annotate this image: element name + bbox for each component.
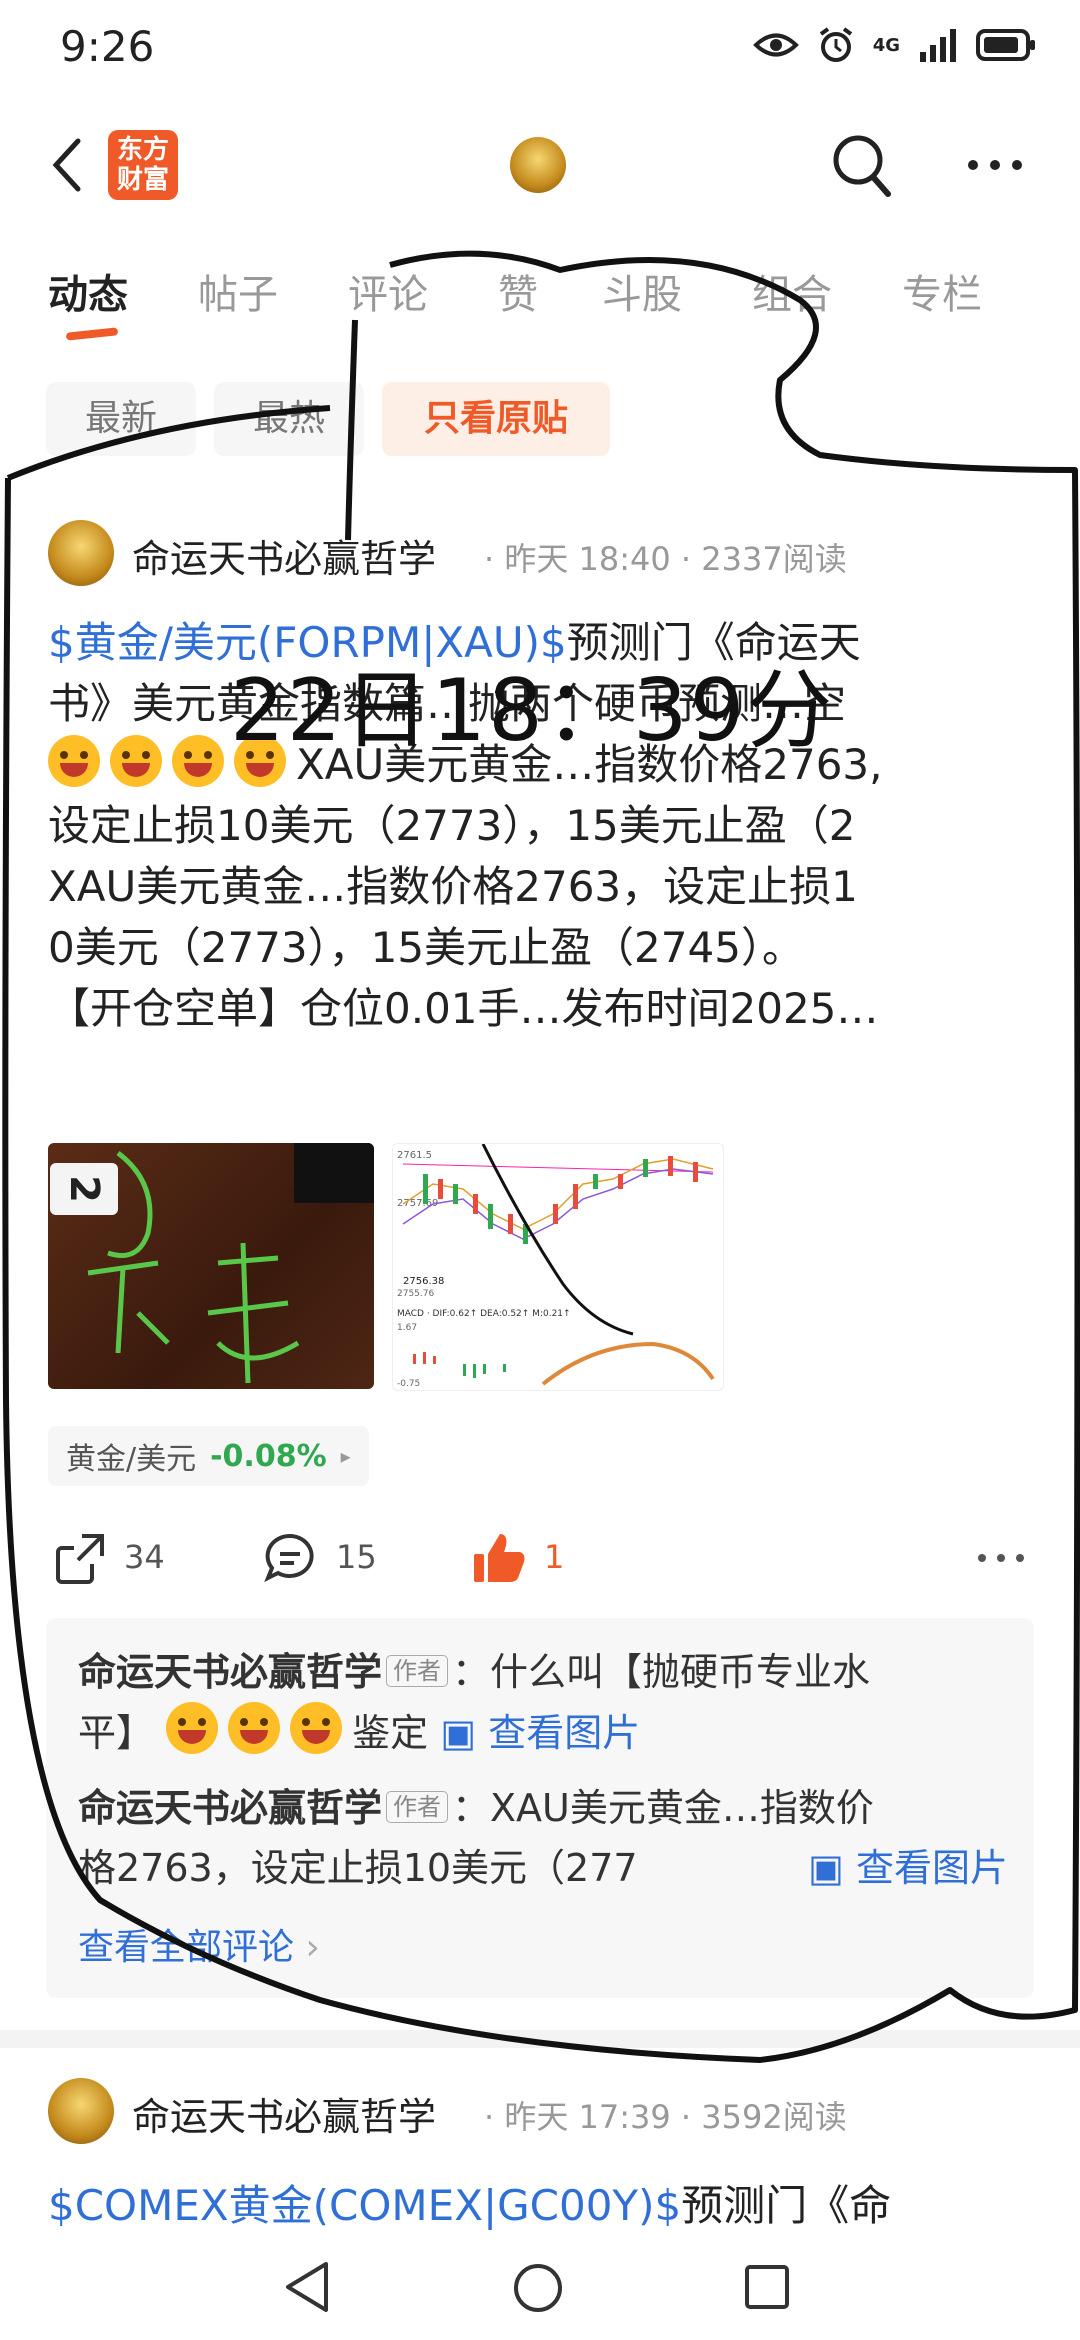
post-image-chart[interactable]: 2761.5 2757.69 2756.38 2755.76 MACD · DI… (392, 1143, 724, 1391)
tab-dougu[interactable]: 斗股 (602, 262, 682, 320)
share-count: 34 (124, 1538, 165, 1576)
app-logo[interactable]: 东方 财富 (108, 130, 178, 200)
post-line: XAU美元黄金…指数价格2763，设定止损1 (48, 862, 858, 911)
laugh-emoji-icon (110, 735, 162, 787)
candlestick-chart: 2761.5 2757.69 2756.38 2755.76 MACD · DI… (393, 1144, 723, 1390)
stock-name: 黄金/美元 (66, 1442, 197, 1477)
comment-count: 15 (336, 1538, 377, 1576)
chart-label-mid2: 2756.38 (403, 1276, 444, 1287)
post-author-name[interactable]: 命运天书必赢哲学 (132, 2086, 436, 2141)
view-all-comments-link[interactable]: 查看全部评论 › (78, 1918, 320, 1970)
tab-bar: 动态 帖子 评论 赞 斗股 组合 专栏 (0, 262, 1080, 322)
post-meta: · 昨天 18:40 · 2337阅读 (484, 540, 847, 578)
filter-hottest[interactable]: 最热 (214, 382, 364, 456)
post-line: 预测门《命 (681, 2181, 892, 2230)
post-more-icon[interactable] (976, 1550, 1026, 1566)
battery-icon (976, 29, 1035, 61)
system-nav-bar (0, 2230, 1080, 2340)
view-image-label: 查看图片 (855, 1846, 1008, 1890)
post-reads: 3592阅读 (701, 2098, 847, 2136)
comment-text: 平】 (78, 1711, 155, 1755)
like-count: 1 (544, 1538, 565, 1576)
filter-latest[interactable]: 最新 (46, 382, 196, 456)
section-divider (0, 2030, 1080, 2048)
comment-text: 鉴定 (352, 1711, 429, 1755)
handwritten-time-overlay: 22日18：39分 (230, 661, 835, 761)
status-bar: 9:26 4G (0, 0, 1080, 100)
header-avatar[interactable] (510, 137, 566, 193)
post-author-avatar[interactable] (48, 520, 114, 586)
alarm-icon (819, 27, 852, 62)
chart-label-mid3: 2755.76 (397, 1289, 434, 1299)
stock-change: -0.08% (210, 1438, 327, 1474)
smile-emoji-icon (290, 1702, 343, 1754)
view-image-link[interactable]: ▣ 查看图片 (808, 1838, 1008, 1898)
post-line: 【开仓空单】仓位0.01手…发布时间2025… (48, 984, 879, 1033)
smile-emoji-icon (166, 1702, 219, 1754)
stock-tag-link[interactable]: $COMEX黄金(COMEX|GC00Y)$ (48, 2181, 681, 2230)
smile-emoji-icon (228, 1702, 281, 1754)
status-time: 9:26 (60, 22, 155, 71)
nav-back-icon[interactable] (282, 2260, 332, 2314)
macd-label: MACD · DIF:0.62↑ DEA:0.52↑ M:0.21↑ (397, 1309, 571, 1319)
author-tag: 作者 (386, 1655, 449, 1687)
view-all-label: 查看全部评论 (78, 1927, 295, 1968)
tab-active-indicator (65, 327, 119, 341)
laugh-emoji-icon (48, 735, 100, 787)
post-body[interactable]: $COMEX黄金(COMEX|GC00Y)$预测门《命 (48, 2172, 891, 2233)
handwriting-icon (87, 1151, 300, 1384)
comment-author[interactable]: 命运天书必赢哲学 (78, 1650, 382, 1694)
comment-1[interactable]: 命运天书必赢哲学 作者 ：什么叫【抛硬币专业水 平】 鉴定 ▣ 查看图片 (78, 1642, 1008, 1763)
comment-text: ：XAU美元黄金…指数价 (452, 1786, 874, 1830)
like-icon[interactable] (470, 1528, 530, 1588)
chevron-right-icon: ▸ (340, 1444, 351, 1468)
comment-icon[interactable] (262, 1530, 318, 1586)
post-meta: · 昨天 17:39 · 3592阅读 (484, 2098, 847, 2136)
post-author-name[interactable]: 命运天书必赢哲学 (132, 528, 436, 583)
comment-text: ：什么叫【抛硬币专业水 (452, 1650, 871, 1694)
author-tag: 作者 (386, 1791, 449, 1823)
nav-recents-icon[interactable] (744, 2264, 790, 2310)
nav-home-icon[interactable] (512, 2262, 564, 2314)
view-image-link[interactable]: ▣ 查看图片 (440, 1711, 640, 1755)
more-icon[interactable] (965, 150, 1025, 180)
post-author-avatar[interactable] (48, 2078, 114, 2144)
signal-icon (920, 29, 956, 62)
chevron-right-icon: › (305, 1927, 320, 1968)
view-image-label: 查看图片 (488, 1711, 641, 1755)
filter-original-only[interactable]: 只看原贴 (382, 382, 610, 456)
post-reads: 2337阅读 (701, 540, 847, 578)
status-icons: 4G (752, 26, 1036, 64)
tab-zhuanlan[interactable]: 专栏 (902, 262, 982, 320)
tab-tiezi[interactable]: 帖子 (198, 262, 278, 320)
post-time: 昨天 18:40 (504, 540, 671, 578)
post-line: 设定止损10美元（2773），15美元止盈（2 (48, 801, 856, 850)
post-time: 昨天 17:39 (504, 2098, 671, 2136)
macd-bottom-label: -0.75 (397, 1379, 420, 1389)
tab-zan[interactable]: 赞 (498, 262, 538, 320)
chart-label-top: 2761.5 (397, 1150, 432, 1161)
share-icon[interactable] (52, 1530, 108, 1586)
tab-zuhe[interactable]: 组合 (752, 262, 832, 320)
network-label: 4G (872, 34, 900, 56)
comment-author[interactable]: 命运天书必赢哲学 (78, 1786, 382, 1830)
comment-text: 格2763，设定止损10美元（277 (78, 1846, 638, 1890)
stock-chip[interactable]: 黄金/美元 -0.08% ▸ (48, 1426, 369, 1486)
post-line: 0美元（2773），15美元止盈（2745）。 (48, 923, 804, 972)
tab-pinglun[interactable]: 评论 (348, 262, 428, 320)
back-arrow-icon[interactable] (46, 135, 86, 195)
comment-2[interactable]: 命运天书必赢哲学 作者 ：XAU美元黄金…指数价 格2763，设定止损10美元（27… (78, 1778, 1008, 1898)
search-icon[interactable] (830, 128, 894, 200)
laugh-emoji-icon (172, 735, 224, 787)
tab-dongtai[interactable]: 动态 (48, 262, 128, 320)
eye-icon (752, 33, 799, 57)
post-image-coin[interactable]: 2 (48, 1143, 374, 1389)
macd-top-label: 1.67 (397, 1323, 417, 1333)
comment-preview-box: 命运天书必赢哲学 作者 ：什么叫【抛硬币专业水 平】 鉴定 ▣ 查看图片 命运天书必… (46, 1618, 1034, 1998)
